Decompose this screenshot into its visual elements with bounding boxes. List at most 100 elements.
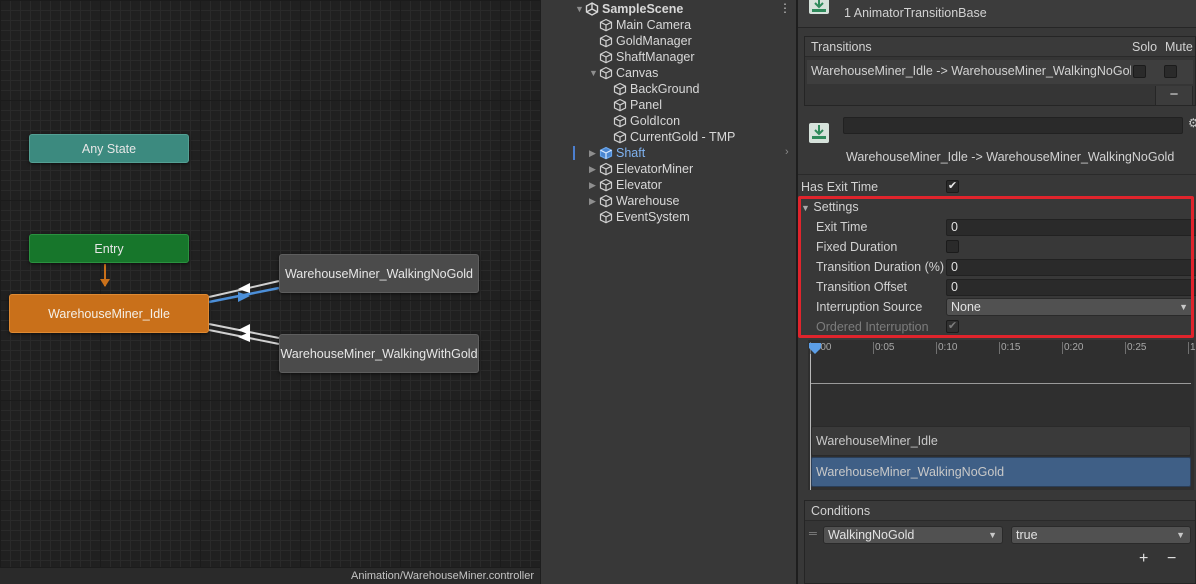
fixed-duration-checkbox[interactable]	[946, 240, 959, 253]
timeline-tick-label: 0:15	[1001, 342, 1021, 353]
conditions-list: Conditions ═ WalkingNoGold ▼ true ▼ + −	[804, 500, 1196, 584]
walking-with-gold-state-node[interactable]: WarehouseMiner_WalkingWithGold	[279, 334, 479, 373]
timeline-tick	[1188, 342, 1189, 354]
solo-checkbox[interactable]	[1133, 65, 1146, 78]
hierarchy-item-label: BackGround	[630, 82, 700, 96]
add-condition-button[interactable]: +	[1139, 550, 1148, 568]
inspector-header: 1 AnimatorTransitionBase	[798, 0, 1196, 28]
transitions-list: Transitions Solo Mute WarehouseMiner_Idl…	[804, 36, 1196, 106]
hierarchy-item-label: Shaft	[616, 146, 646, 160]
cube-icon	[599, 34, 613, 48]
timeline-track-from[interactable]: WarehouseMiner_Idle	[811, 426, 1191, 456]
header-subtitle: 1 AnimatorTransitionBase	[844, 6, 987, 20]
transition-row[interactable]: WarehouseMiner_Idle -> WarehouseMiner_Wa…	[807, 60, 1193, 84]
condition-value-text: true	[1016, 528, 1038, 542]
timeline-tick	[999, 342, 1000, 354]
timeline-tick-label: 0:05	[875, 342, 895, 353]
hierarchy-item[interactable]: ▶ Elevator	[589, 177, 662, 193]
dropdown-arrow-icon: ▼	[988, 530, 997, 540]
cube-icon	[599, 50, 613, 64]
selection-marker	[573, 146, 575, 160]
timeline-tick	[1062, 342, 1063, 354]
scene-row[interactable]: ▼ SampleScene	[575, 1, 683, 17]
hierarchy-item-label: Canvas	[616, 66, 659, 80]
timeline-tick-label: 1	[1190, 342, 1196, 353]
prefab-cube-icon	[599, 146, 613, 160]
chevron-right-icon[interactable]: ›	[785, 146, 789, 158]
hierarchy-item[interactable]: BackGround	[603, 81, 699, 97]
hierarchy-item-label: Warehouse	[616, 194, 680, 208]
condition-parameter-value: WalkingNoGold	[828, 528, 915, 542]
hierarchy-item-label: Panel	[630, 98, 662, 112]
expand-arrow-icon[interactable]: ▼	[589, 68, 599, 78]
hierarchy-item[interactable]: Panel	[603, 97, 662, 113]
timeline-tick-label: 0:20	[1064, 342, 1084, 353]
ordered-interruption-checkbox: ✔	[946, 320, 959, 333]
timeline-track-to[interactable]: WarehouseMiner_WalkingNoGold	[811, 457, 1191, 487]
hierarchy-item[interactable]: ▼ Canvas	[589, 65, 658, 81]
transition-detail-icon	[809, 123, 829, 143]
expand-arrow-icon[interactable]: ▼	[575, 4, 585, 14]
walking-no-gold-state-node[interactable]: WarehouseMiner_WalkingNoGold	[279, 254, 479, 293]
dropdown-arrow-icon: ▼	[1179, 302, 1188, 312]
collapse-arrow-icon[interactable]: ▶	[589, 180, 599, 191]
remove-transition-button[interactable]: −	[1155, 86, 1193, 106]
timeline-tick-label: 0:10	[938, 342, 958, 353]
inspector-panel[interactable]: 1 AnimatorTransitionBase Transitions Sol…	[796, 0, 1196, 584]
idle-state-node[interactable]: WarehouseMiner_Idle	[9, 294, 209, 333]
settings-foldout[interactable]: ▼ Settings	[801, 200, 859, 214]
transition-offset-field[interactable]: 0	[946, 279, 1196, 296]
cube-icon	[599, 194, 613, 208]
hierarchy-item[interactable]: Main Camera	[589, 17, 691, 33]
drag-handle-icon[interactable]: ═	[809, 528, 817, 540]
condition-parameter-dropdown[interactable]: WalkingNoGold ▼	[823, 526, 1003, 544]
hierarchy-item[interactable]: ShaftManager	[589, 49, 695, 65]
hierarchy-item[interactable]: ▶ Warehouse	[589, 193, 679, 209]
conditions-title: Conditions	[811, 504, 871, 518]
transitions-title: Transitions	[811, 40, 872, 54]
interruption-source-value: None	[951, 300, 981, 314]
transition-name-field[interactable]	[843, 117, 1183, 134]
more-options-icon[interactable]: ⋮	[779, 1, 791, 15]
cube-icon	[613, 130, 627, 144]
animator-graph-panel[interactable]: Any State Entry WarehouseMiner_Idle Ware…	[0, 0, 540, 584]
exit-time-field[interactable]: 0	[946, 219, 1196, 236]
has-exit-time-checkbox[interactable]: ✔	[946, 180, 959, 193]
hierarchy-item[interactable]: CurrentGold - TMP	[603, 129, 735, 145]
timeline-tick	[1125, 342, 1126, 354]
ordered-interruption-label: Ordered Interruption	[816, 320, 929, 334]
interruption-source-dropdown[interactable]: None ▼	[946, 298, 1194, 316]
mute-checkbox[interactable]	[1164, 65, 1177, 78]
hierarchy-panel[interactable]: ▼ SampleScene ⋮ Main Camera GoldManager Sh…	[540, 0, 796, 584]
remove-condition-button[interactable]: −	[1167, 550, 1176, 568]
timeline-tick	[873, 342, 874, 354]
transition-icon	[809, 0, 829, 14]
controller-path: Animation/WarehouseMiner.controller	[0, 567, 540, 584]
transition-duration-label: Transition Duration (%)	[816, 260, 945, 274]
foldout-arrow-icon: ▼	[801, 203, 810, 213]
hierarchy-item[interactable]: ▶ Shaft	[589, 145, 645, 161]
transition-title: WarehouseMiner_Idle -> WarehouseMiner_Wa…	[846, 150, 1175, 164]
entry-node[interactable]: Entry	[29, 234, 189, 263]
transition-offset-label: Transition Offset	[816, 280, 908, 294]
collapse-arrow-icon[interactable]: ▶	[589, 148, 599, 159]
any-state-node[interactable]: Any State	[29, 134, 189, 163]
transition-timeline[interactable]: 0:00 0:05 0:10 0:15 0:20 0:25 1 WarehouseMiner…	[808, 340, 1196, 490]
timeline-tick	[936, 342, 937, 354]
hierarchy-item-label: EventSystem	[616, 210, 690, 224]
transition-row-label: WarehouseMiner_Idle -> WarehouseMiner_Wa…	[811, 64, 1131, 78]
settings-gear-icon[interactable]: ⚙	[1188, 116, 1196, 130]
hierarchy-item[interactable]: EventSystem	[589, 209, 690, 225]
hierarchy-item[interactable]: GoldManager	[589, 33, 692, 49]
cube-icon	[599, 66, 613, 80]
hierarchy-item[interactable]: GoldIcon	[603, 113, 680, 129]
collapse-arrow-icon[interactable]: ▶	[589, 164, 599, 175]
cube-icon	[599, 162, 613, 176]
transition-duration-field[interactable]: 0	[946, 259, 1196, 276]
mute-column-label: Mute	[1165, 40, 1193, 54]
cube-icon	[613, 82, 627, 96]
collapse-arrow-icon[interactable]: ▶	[589, 196, 599, 207]
has-exit-time-label: Has Exit Time	[801, 180, 879, 194]
condition-value-dropdown[interactable]: true ▼	[1011, 526, 1191, 544]
hierarchy-item[interactable]: ▶ ElevatorMiner	[589, 161, 693, 177]
